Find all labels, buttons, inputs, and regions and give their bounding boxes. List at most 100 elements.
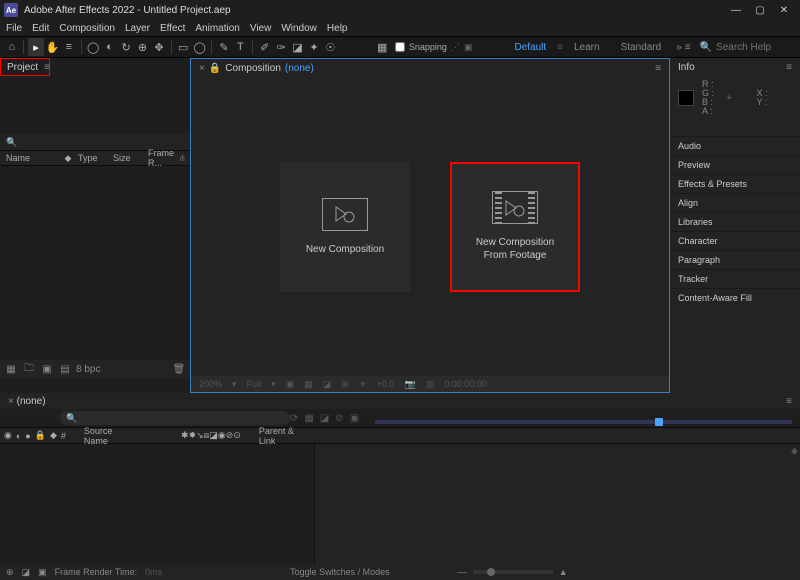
- menu-layer[interactable]: Layer: [125, 23, 150, 34]
- tl-icon[interactable]: ⟳: [290, 413, 298, 424]
- workspace-default[interactable]: Default: [504, 40, 556, 55]
- timeline-zoom[interactable]: — ▲: [458, 567, 568, 577]
- exposure-icon[interactable]: ☀: [359, 379, 367, 390]
- rotate-tool[interactable]: ↻: [118, 38, 133, 56]
- zoom-value[interactable]: 200%: [199, 379, 222, 389]
- col-size[interactable]: Size: [113, 153, 148, 163]
- menu-animation[interactable]: Animation: [195, 23, 239, 34]
- move-tool[interactable]: ✥: [151, 38, 166, 56]
- ellipse-tool[interactable]: ◯: [192, 38, 207, 56]
- menu-edit[interactable]: Edit: [32, 23, 49, 34]
- rect-tool[interactable]: ▭: [176, 38, 191, 56]
- interpret-footage-icon[interactable]: ▦: [4, 362, 18, 376]
- home-button[interactable]: ⌂: [4, 38, 19, 56]
- col-parent[interactable]: Parent & Link: [259, 426, 311, 446]
- tl-icon[interactable]: ◪: [320, 413, 329, 424]
- menu-help[interactable]: Help: [327, 23, 348, 34]
- new-composition-from-footage-card[interactable]: New Composition From Footage: [450, 162, 580, 292]
- panel-paragraph[interactable]: Paragraph: [670, 250, 800, 269]
- eraser-tool[interactable]: ◪: [290, 38, 305, 56]
- status-icon[interactable]: ▣: [38, 567, 47, 578]
- panel-tracker[interactable]: Tracker: [670, 269, 800, 288]
- panel-menu-icon[interactable]: ≡: [786, 62, 792, 73]
- panel-menu-icon[interactable]: ≡: [655, 63, 661, 74]
- puppet-tool[interactable]: ☉: [323, 38, 338, 56]
- project-list[interactable]: [0, 166, 190, 360]
- menu-composition[interactable]: Composition: [59, 23, 115, 34]
- tl-icon[interactable]: ▦: [304, 413, 313, 424]
- new-comp-icon[interactable]: ▣: [40, 362, 54, 376]
- footer-icon[interactable]: ▣: [286, 379, 295, 390]
- close-button[interactable]: ✕: [772, 2, 796, 18]
- project-tab[interactable]: Project ≡: [0, 58, 50, 76]
- menu-file[interactable]: File: [6, 23, 22, 34]
- panel-effects-presets[interactable]: Effects & Presets: [670, 174, 800, 193]
- col-source-name[interactable]: Source Name: [84, 426, 137, 446]
- zoom-tool[interactable]: ≡: [61, 38, 76, 56]
- resolution-value[interactable]: Full: [247, 379, 262, 389]
- panel-align[interactable]: Align: [670, 193, 800, 212]
- bpc-label[interactable]: 8 bpc: [76, 364, 100, 375]
- new-folder-icon[interactable]: 🗀: [22, 362, 36, 376]
- lock-icon[interactable]: 🔒: [209, 63, 221, 74]
- footer-icon[interactable]: ▥: [426, 379, 435, 390]
- footer-icon[interactable]: ▦: [304, 379, 313, 390]
- tl-icon[interactable]: ▣: [350, 413, 359, 424]
- tag-icon[interactable]: ◆: [50, 430, 57, 441]
- menu-effect[interactable]: Effect: [160, 23, 185, 34]
- status-icon[interactable]: ⊕: [6, 567, 14, 578]
- lock-icon[interactable]: 🔒: [35, 430, 46, 441]
- color-depth-icon[interactable]: ▤: [58, 362, 72, 376]
- timeline-tracks[interactable]: ⬥: [315, 444, 800, 564]
- timeline-layers[interactable]: [0, 444, 315, 564]
- info-tab[interactable]: Info ≡: [670, 58, 800, 76]
- hand-tool[interactable]: ✋: [45, 38, 60, 56]
- tl-icon[interactable]: ⊘: [335, 413, 343, 424]
- snap-bbox-icon[interactable]: ▣: [464, 42, 473, 53]
- menu-view[interactable]: View: [250, 23, 272, 34]
- menu-window[interactable]: Window: [281, 23, 317, 34]
- panel-content-aware-fill[interactable]: Content-Aware Fill: [670, 288, 800, 307]
- workspace-standard[interactable]: Standard: [611, 40, 672, 55]
- search-help[interactable]: 🔍: [700, 42, 796, 53]
- composition-tab[interactable]: × 🔒 Composition (none) ≡: [191, 59, 669, 77]
- zoom-handle[interactable]: [487, 568, 495, 576]
- footer-icon[interactable]: ◪: [323, 379, 332, 390]
- maximize-button[interactable]: ▢: [748, 2, 772, 18]
- speaker-icon[interactable]: ◐: [16, 431, 21, 441]
- workspace-learn[interactable]: Learn: [564, 40, 610, 55]
- col-tag-icon[interactable]: ◆: [58, 153, 78, 164]
- solo-icon[interactable]: ●: [25, 431, 30, 441]
- snapping-toggle[interactable]: Snapping ⋰ ▣: [395, 42, 473, 53]
- panel-libraries[interactable]: Libraries: [670, 212, 800, 231]
- status-icon[interactable]: ◪: [22, 567, 31, 578]
- toggle-switches-button[interactable]: Toggle Switches / Modes: [290, 567, 390, 577]
- type-tool[interactable]: T: [233, 38, 248, 56]
- orbit-tool[interactable]: ◯: [85, 38, 100, 56]
- snap-opt-icon[interactable]: ⋰: [451, 42, 460, 53]
- panel-menu-icon[interactable]: ≡: [786, 396, 792, 407]
- anchor-tool[interactable]: ⊕: [135, 38, 150, 56]
- workspace-menu-icon[interactable]: ≡: [685, 42, 691, 53]
- pen-tool[interactable]: ✎: [216, 38, 231, 56]
- panel-preview[interactable]: Preview: [670, 155, 800, 174]
- search-input[interactable]: [716, 42, 796, 53]
- clone-tool[interactable]: ✑: [273, 38, 288, 56]
- col-type[interactable]: Type: [78, 153, 113, 163]
- footer-icon[interactable]: ⊞: [341, 379, 349, 390]
- camera-icon[interactable]: 📷: [405, 379, 416, 390]
- panel-menu-icon[interactable]: ≡: [44, 62, 50, 73]
- timeline-search[interactable]: 🔍: [60, 411, 290, 425]
- workspace-more-icon[interactable]: »: [676, 42, 682, 53]
- time-navigator[interactable]: [375, 420, 792, 424]
- grid-icon[interactable]: ▦: [374, 38, 389, 56]
- panel-character[interactable]: Character: [670, 231, 800, 250]
- timeline-tab[interactable]: × (none) ≡: [0, 393, 800, 409]
- selection-tool[interactable]: ▸: [28, 38, 43, 56]
- col-name[interactable]: Name: [0, 153, 58, 163]
- new-composition-card[interactable]: New Composition: [280, 162, 410, 292]
- playhead[interactable]: [655, 418, 663, 426]
- roto-tool[interactable]: ✦: [306, 38, 321, 56]
- minimize-button[interactable]: —: [724, 2, 748, 18]
- brush-tool[interactable]: ✐: [257, 38, 272, 56]
